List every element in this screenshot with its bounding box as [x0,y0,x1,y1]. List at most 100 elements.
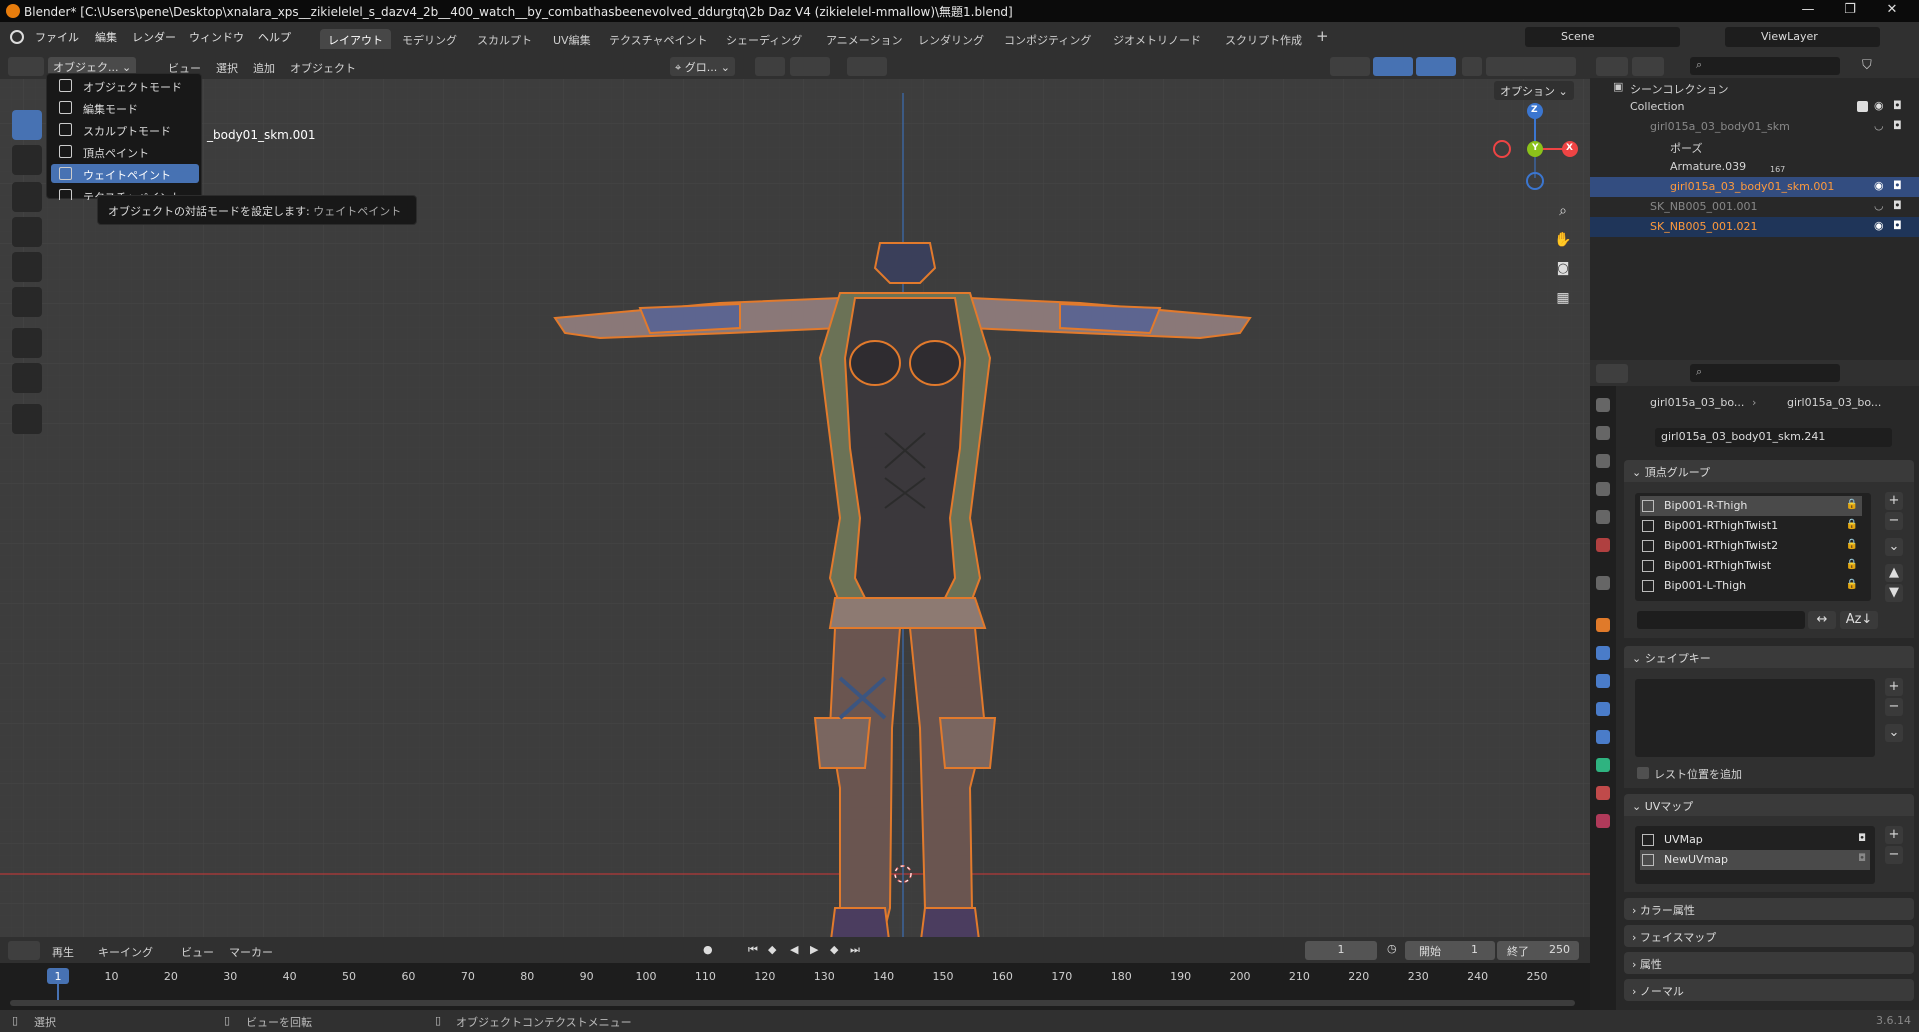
outliner-row-body-mesh[interactable]: girl015a_03_body01_skm.001 ◉ ◘ [1590,177,1919,197]
camera-icon[interactable]: ◘ [1893,179,1902,192]
jump-start-icon[interactable]: ⏮ [748,943,758,957]
visibility-icon[interactable] [1330,57,1370,76]
gizmo-toggle-icon[interactable] [1373,57,1413,76]
normals-header[interactable]: › ノーマル [1624,979,1914,1001]
tab-sculpt[interactable]: スカルプト [469,29,540,49]
blender-menu-icon[interactable] [10,30,24,44]
outliner-row-pose[interactable]: ポーズ [1590,137,1919,157]
move-tool-icon[interactable] [12,182,42,212]
breadcrumb-object[interactable]: girl015a_03_bo... [1650,396,1744,409]
add-uv-map-button[interactable]: + [1885,826,1903,844]
transform-orientation-selector[interactable]: ⌖ グロ... ⌄ [670,57,735,76]
render-tab-icon[interactable] [1596,426,1610,440]
menu-select[interactable]: 選択 [216,60,238,76]
breadcrumb-mesh[interactable]: girl015a_03_bo... [1787,396,1881,409]
camera-icon[interactable]: ◘ [1858,853,1866,864]
mode-item-object[interactable]: オブジェクトモード [51,76,199,95]
perspective-grid-icon[interactable]: ▦ [1551,287,1575,311]
menu-help[interactable]: ヘルプ [258,29,291,45]
rest-position-checkbox[interactable] [1637,767,1649,779]
tool-tab-icon[interactable] [1596,398,1610,412]
move-down-icon[interactable]: ▼ [1885,584,1903,602]
scene-tab-icon[interactable] [1596,510,1610,524]
physics-tab-icon[interactable] [1596,702,1610,716]
start-frame-field[interactable]: 開始 1 [1405,941,1495,960]
options-button[interactable]: オプション ⌄ [1494,81,1574,100]
end-frame-field[interactable]: 終了 250 [1497,941,1579,960]
eye-closed-icon[interactable]: ◡ [1874,199,1884,212]
properties-search-input[interactable]: ⌕ [1690,364,1840,382]
eye-icon[interactable]: ◉ [1874,219,1884,232]
zoom-icon[interactable]: ⌕ [1551,200,1575,224]
menu-object[interactable]: オブジェクト [290,60,356,76]
sort-alpha-icon[interactable]: Az↓ [1840,611,1878,629]
remove-vertex-group-button[interactable]: − [1885,512,1903,530]
view-layer-tab-icon[interactable] [1596,482,1610,496]
overlay-toggle-icon[interactable] [1416,57,1456,76]
outliner-editor-icon[interactable] [1596,57,1628,76]
vertex-group-item[interactable]: Bip001-RThighTwist2 🔒 [1640,536,1862,556]
tab-animation[interactable]: アニメーション [818,29,911,49]
mode-item-edit[interactable]: 編集モード [51,98,199,117]
shading-modes-icon[interactable] [1486,57,1576,76]
shape-keys-header[interactable]: ⌄ シェイプキー [1624,646,1914,668]
remove-uv-map-button[interactable]: − [1885,846,1903,864]
lock-icon[interactable]: 🔒 [1846,519,1858,530]
add-cube-tool-icon[interactable] [12,404,42,434]
marker-menu[interactable]: マーカー [229,944,273,960]
uv-map-item[interactable]: UVMap ◘ [1640,830,1870,850]
scale-tool-icon[interactable] [12,252,42,282]
tab-geometry-nodes[interactable]: ジオメトリノード [1105,29,1209,49]
remove-shape-key-button[interactable]: − [1885,698,1903,716]
mode-item-weight-paint[interactable]: ウェイトペイント [51,164,199,183]
eye-icon[interactable]: ◉ [1874,179,1884,192]
camera-icon[interactable]: ◘ [1893,99,1902,112]
play-icon[interactable]: ▶ [810,943,818,956]
camera-view-icon[interactable]: ◙ [1551,258,1575,282]
camera-icon[interactable]: ◘ [1893,199,1902,212]
tab-modeling[interactable]: モデリング [394,29,465,49]
camera-icon[interactable]: ◘ [1893,219,1902,232]
mesh-name-field[interactable]: girl015a_03_body01_skm.241 [1655,428,1892,447]
proportional-edit-icon[interactable] [847,57,887,76]
constraints-tab-icon[interactable] [1596,730,1610,744]
color-attributes-header[interactable]: › カラー属性 [1624,898,1914,920]
editor-type-icon[interactable] [8,57,44,76]
output-tab-icon[interactable] [1596,454,1610,468]
tab-scripting[interactable]: スクリプト作成 [1217,29,1310,49]
display-mode-icon[interactable] [1632,57,1664,76]
outliner-row-armature-parent[interactable]: girl015a_03_body01_skm ◡ ◘ [1590,117,1919,137]
filter-icon[interactable]: ⛉ [1862,58,1872,73]
outliner-row-sk-001[interactable]: SK_NB005_001.001 ◡ ◘ [1590,197,1919,217]
timeline-scrollbar[interactable] [10,1000,1575,1006]
checkbox-icon[interactable] [1857,101,1868,112]
close-icon[interactable]: ✕ [1877,2,1907,20]
properties-editor-icon[interactable] [1596,364,1628,383]
vertex-group-item[interactable]: Bip001-RThighTwist 🔒 [1640,556,1862,576]
keying-menu[interactable]: キーイング [98,944,153,960]
particles-tab-icon[interactable] [1596,674,1610,688]
data-tab-icon[interactable] [1596,758,1610,772]
vertex-group-item[interactable]: Bip001-L-Thigh 🔒 [1640,576,1862,596]
add-shape-key-button[interactable]: + [1885,678,1903,696]
tab-rendering[interactable]: レンダリング [910,29,992,49]
rotate-tool-icon[interactable] [12,217,42,247]
vertex-group-filter-input[interactable] [1637,611,1805,629]
viewlayer-selector[interactable]: ViewLayer [1725,27,1880,47]
add-vertex-group-button[interactable]: + [1885,492,1903,510]
face-maps-header[interactable]: › フェイスマップ [1624,925,1914,947]
outliner-row-armature[interactable]: Armature.039 167 [1590,157,1919,177]
uv-map-item[interactable]: NewUVmap ◘ [1640,850,1870,870]
swap-icon[interactable]: ↔ [1808,611,1836,629]
vertex-group-menu-icon[interactable]: ⌄ [1885,538,1903,556]
lock-icon[interactable]: 🔒 [1846,499,1858,510]
mode-item-vertex-paint[interactable]: 頂点ペイント [51,142,199,161]
outliner-root[interactable]: シーンコレクション [1630,81,1728,97]
pan-hand-icon[interactable]: ✋ [1551,229,1575,253]
lock-icon[interactable]: 🔒 [1846,579,1858,590]
character-model[interactable] [540,188,1260,937]
outliner-search-input[interactable]: ⌕ [1690,57,1840,75]
prev-keyframe-icon[interactable]: ◆ [768,943,776,956]
play-reverse-icon[interactable]: ◀ [790,943,798,956]
viewport-3d[interactable]: Z X Y ⌕ ✋ ◙ ▦ オプション ⌄ _body01_skm.001 [0,53,1590,937]
